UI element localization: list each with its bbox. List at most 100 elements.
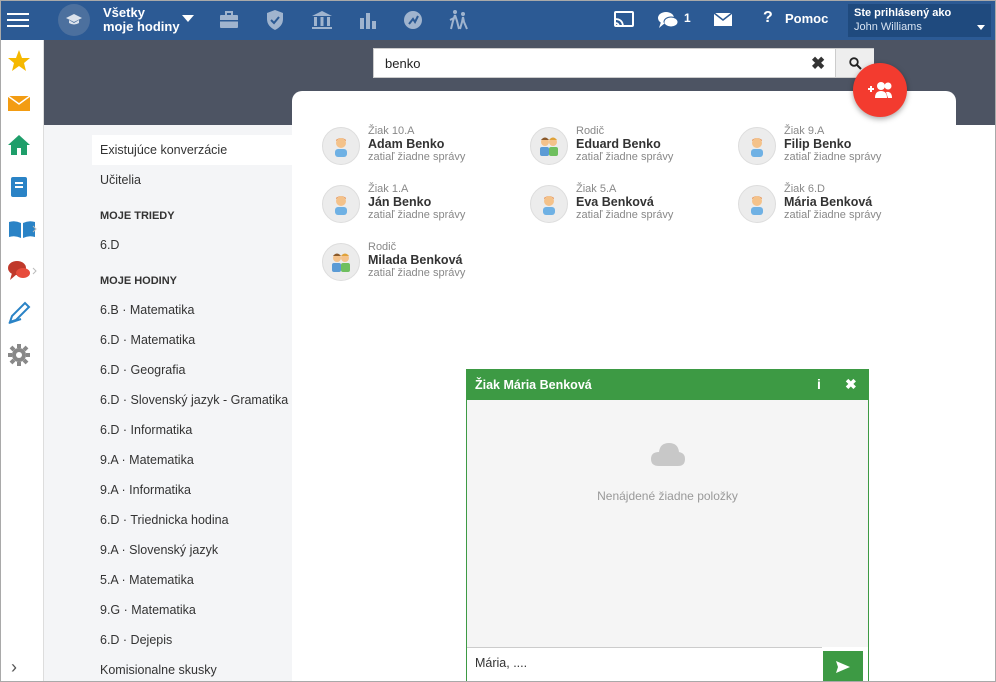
sidebar-item-lesson[interactable]: 6.B · Matematika — [92, 295, 292, 325]
chat-messages: Nenájdené žiadne položky — [467, 400, 868, 647]
student-avatar-icon — [738, 185, 776, 223]
mail-icon[interactable] — [713, 12, 733, 27]
sidebar-item-lesson[interactable]: Komisionalne skusky — [92, 655, 292, 681]
conversation-sidebar: Existujúce konverzácie Učitelia MOJE TRI… — [44, 125, 292, 681]
sidebar-item-lesson[interactable]: 9.A · Matematika — [92, 445, 292, 475]
contact-status: zatiaľ žiadne správy — [368, 267, 466, 279]
sidebar-item-lesson[interactable]: 9.A · Informatika — [92, 475, 292, 505]
app-window: Všetky moje hodiny 1 ? Pomoc Ste prihlás… — [0, 0, 996, 682]
contact-card[interactable]: Žiak 1.A Ján Benko zatiaľ žiadne správy — [322, 183, 522, 228]
contact-card[interactable]: Žiak 9.A Filip Benko zatiaľ žiadne správ… — [738, 125, 938, 170]
top-bar: Všetky moje hodiny 1 ? Pomoc Ste prihlás… — [1, 1, 995, 40]
student-avatar-icon — [738, 127, 776, 165]
contact-name: Adam Benko — [368, 137, 445, 151]
sidebar-item-lesson[interactable]: 6.D · Triednicka hodina — [92, 505, 292, 535]
help-icon[interactable]: ? — [763, 9, 773, 27]
contact-role: Žiak 6.D — [784, 183, 825, 195]
contact-card[interactable]: Žiak 6.D Mária Benková zatiaľ žiadne spr… — [738, 183, 938, 228]
contact-status: zatiaľ žiadne správy — [368, 209, 466, 221]
contact-status: zatiaľ žiadne správy — [784, 151, 882, 163]
contact-name: Mária Benková — [784, 195, 873, 209]
bar-chart-icon[interactable] — [357, 9, 379, 31]
search-icon — [848, 56, 862, 70]
sidebar-item-lesson[interactable]: 9.A · Slovenský jazyk — [92, 535, 292, 565]
chat-title: Žiak Mária Benková — [475, 378, 592, 392]
user-name: John Williams — [854, 21, 922, 33]
message-input[interactable]: Mária, .... — [467, 647, 822, 681]
chat-bubbles-icon[interactable] — [7, 259, 37, 283]
send-button[interactable] — [823, 651, 863, 681]
briefcase-icon[interactable] — [218, 9, 240, 31]
student-avatar-icon — [322, 185, 360, 223]
left-rail: › — [1, 40, 44, 681]
contact-card[interactable]: Žiak 10.A Adam Benko zatiaľ žiadne správ… — [322, 125, 522, 170]
parent-avatar-icon — [322, 243, 360, 281]
sidebar-item-lesson[interactable]: 5.A · Matematika — [92, 565, 292, 595]
chat-icon[interactable] — [657, 10, 679, 30]
contact-status: zatiaľ žiadne správy — [784, 209, 882, 221]
book-icon[interactable] — [7, 217, 37, 241]
contact-status: zatiaľ žiadne správy — [576, 209, 674, 221]
chat-window: Žiak Mária Benková i ✖ Nenájdené žiadne … — [466, 369, 869, 681]
close-icon[interactable]: ✖ — [845, 376, 857, 393]
chat-header: Žiak Mária Benková i ✖ — [467, 370, 868, 400]
running-icon[interactable] — [402, 9, 424, 31]
empty-message: Nenájdené žiadne položky — [597, 489, 738, 503]
section-heading-classes: MOJE TRIEDY — [100, 210, 175, 222]
sidebar-item-lesson[interactable]: 6.D · Matematika — [92, 325, 292, 355]
walking-people-icon[interactable] — [448, 9, 470, 31]
contact-name: Ján Benko — [368, 195, 432, 209]
sidebar-item-lesson[interactable]: 6.D · Geografia — [92, 355, 292, 385]
notebook-icon[interactable] — [7, 175, 31, 199]
contact-name: Filip Benko — [784, 137, 852, 151]
chevron-down-icon[interactable] — [977, 25, 985, 30]
title-line-1: Všetky — [103, 5, 145, 20]
contact-role: Žiak 1.A — [368, 183, 409, 195]
sidebar-item-teachers[interactable]: Učitelia — [92, 165, 292, 195]
chevron-down-icon[interactable] — [182, 15, 194, 22]
help-label[interactable]: Pomoc — [785, 11, 828, 26]
user-menu[interactable]: Ste prihlásený ako John Williams — [848, 4, 991, 37]
student-avatar-icon — [322, 127, 360, 165]
pencil-icon[interactable] — [7, 301, 31, 325]
contact-role: Žiak 9.A — [784, 125, 825, 137]
school-logo-icon[interactable] — [58, 4, 90, 36]
contact-status: zatiaľ žiadne správy — [368, 151, 466, 163]
sidebar-item-existing-conversations[interactable]: Existujúce konverzácie — [92, 135, 292, 165]
screen-share-icon[interactable] — [613, 10, 635, 30]
sidebar-item-lesson[interactable]: 6.D · Informatika — [92, 415, 292, 445]
contact-card[interactable]: Rodič Eduard Benko zatiaľ žiadne správy — [530, 125, 730, 170]
contact-role: Žiak 10.A — [368, 125, 415, 137]
gear-icon[interactable] — [7, 343, 31, 367]
contact-role: Žiak 5.A — [576, 183, 617, 195]
cloud-icon — [651, 443, 685, 466]
lesson-selector[interactable]: Všetky moje hodiny — [103, 6, 180, 34]
sidebar-item-lesson[interactable]: 9.G · Matematika — [92, 595, 292, 625]
title-line-2: moje hodiny — [103, 19, 180, 34]
sidebar-item-class[interactable]: 6.D — [92, 230, 292, 260]
bank-icon[interactable] — [311, 9, 333, 31]
contact-role: Rodič — [576, 125, 605, 137]
chevron-right-icon[interactable]: › — [11, 657, 17, 678]
contact-name: Milada Benková — [368, 253, 463, 267]
search-box: ✖ — [373, 48, 874, 78]
star-icon[interactable] — [7, 49, 31, 73]
shield-icon[interactable] — [264, 9, 286, 31]
contact-card[interactable]: Žiak 5.A Eva Benková zatiaľ žiadne správ… — [530, 183, 730, 228]
clear-search-icon[interactable]: ✖ — [811, 54, 825, 74]
chat-count-badge: 1 — [684, 11, 691, 25]
mail-icon[interactable] — [7, 91, 31, 115]
menu-icon[interactable] — [7, 9, 29, 31]
student-avatar-icon — [530, 185, 568, 223]
home-icon[interactable] — [7, 133, 31, 157]
info-icon[interactable]: i — [817, 376, 821, 392]
search-input[interactable] — [374, 49, 804, 77]
parent-avatar-icon — [530, 127, 568, 165]
contact-card[interactable]: Rodič Milada Benková zatiaľ žiadne správ… — [322, 241, 522, 286]
add-people-icon — [868, 82, 892, 98]
contact-role: Rodič — [368, 241, 397, 253]
add-contact-button[interactable] — [853, 63, 907, 117]
section-heading-lessons: MOJE HODINY — [100, 275, 178, 287]
sidebar-item-lesson[interactable]: 6.D · Dejepis — [92, 625, 292, 655]
sidebar-item-lesson[interactable]: 6.D · Slovenský jazyk - Gramatika — [92, 385, 292, 415]
